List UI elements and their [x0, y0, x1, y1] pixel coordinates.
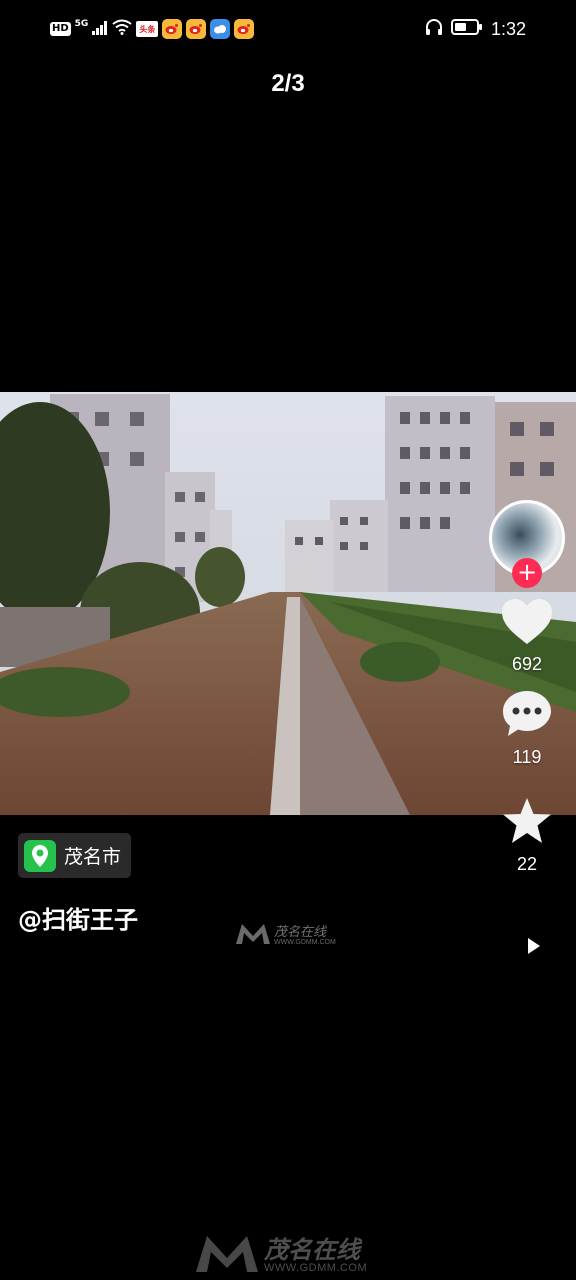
image-page-indicator: 2/3 — [271, 70, 305, 97]
heart-icon — [500, 598, 554, 650]
hd-badge: HD — [50, 22, 71, 36]
status-bar: HD 5G 头条 1:32 — [0, 0, 576, 58]
overlay-watermark-url: WWW.GDMM.COM — [274, 939, 336, 946]
star-icon — [501, 796, 553, 850]
watermark-brand-cn: 茂名在线 — [264, 1236, 360, 1264]
overlay-watermark: 茂名在线 WWW.GDMM.COM — [236, 924, 336, 948]
watermark-brand-url: WWW.GDMM.COM — [264, 1262, 368, 1274]
comment-action[interactable]: 119 — [500, 689, 554, 768]
location-pin-icon — [24, 839, 56, 872]
like-count: 692 — [511, 654, 543, 674]
signal-icon — [92, 20, 108, 39]
comment-count: 119 — [512, 747, 542, 767]
weibo-icon-2 — [186, 19, 207, 39]
favorite-action[interactable]: 22 — [501, 796, 553, 875]
like-action[interactable]: 692 — [500, 598, 554, 675]
clock: 1:32 — [490, 18, 526, 39]
status-bar-left: HD 5G 头条 — [50, 18, 255, 40]
watermark-logo-icon — [236, 924, 270, 948]
comment-icon — [500, 689, 554, 743]
follow-button[interactable]: + — [512, 558, 542, 588]
wifi-icon — [112, 19, 132, 39]
overlay-watermark-cn: 茂名在线 — [274, 925, 327, 940]
weibo-icon — [162, 19, 183, 39]
bottom-watermark: 茂名在线 WWW.GDMM.COM — [196, 1236, 367, 1276]
news-app-icon: 头条 — [136, 21, 159, 37]
headphones-icon — [425, 18, 443, 40]
network-type: 5G — [74, 19, 89, 29]
battery-icon — [450, 18, 483, 40]
cloud-app-icon — [210, 19, 231, 39]
status-bar-right: 1:32 — [425, 18, 526, 40]
location-label: 茂名市 — [64, 846, 122, 868]
action-column: + 692 119 22 — [488, 500, 566, 875]
favorite-count: 22 — [516, 854, 538, 874]
play-arrow-icon — [528, 938, 540, 954]
watermark-logo-icon-large — [196, 1236, 258, 1276]
weibo-icon-3 — [234, 19, 255, 39]
location-tag[interactable]: 茂名市 — [18, 833, 132, 878]
author-username[interactable]: @扫街王子 — [18, 900, 138, 935]
